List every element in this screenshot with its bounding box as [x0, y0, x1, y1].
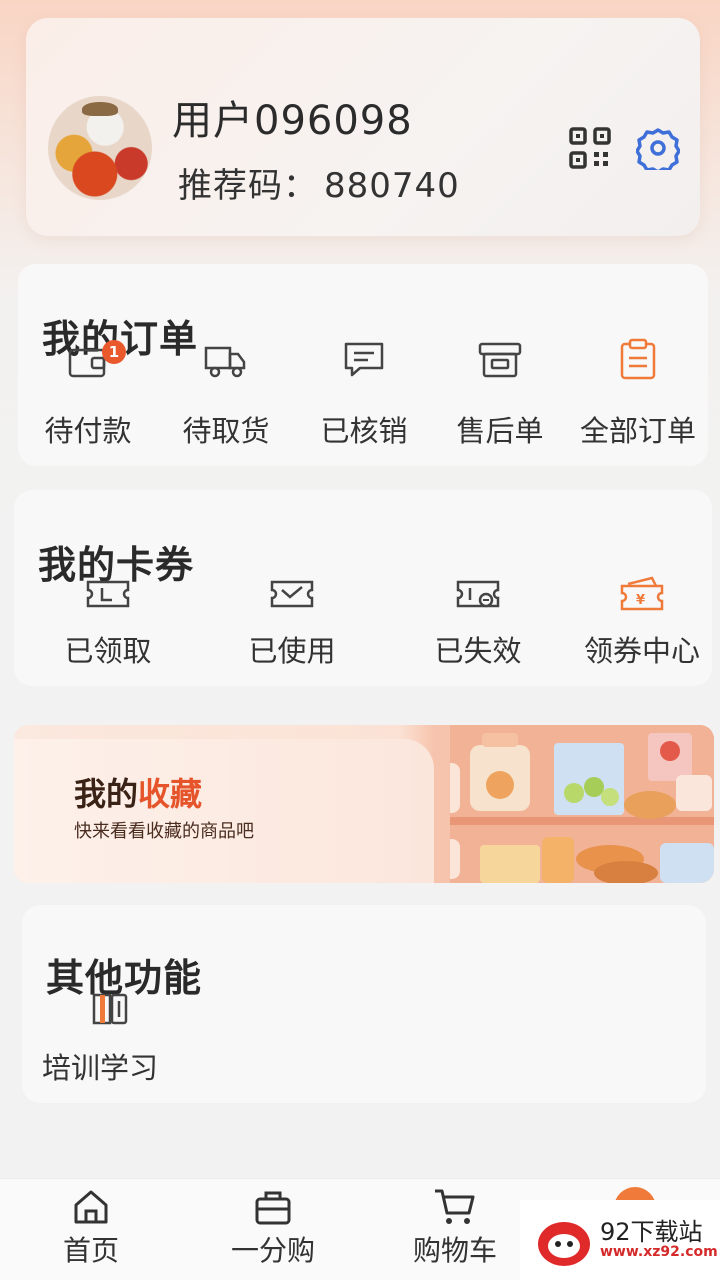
watermark: 92下载站 www.xz92.com — [520, 1200, 720, 1280]
favorites-title: 我的收藏 — [74, 769, 202, 815]
clipboard-icon — [620, 338, 656, 380]
order-label: 待付款 — [44, 414, 132, 448]
ticket-check-icon — [270, 580, 314, 608]
watermark-url: www.xz92.com — [600, 1244, 718, 1260]
order-pending-pickup[interactable]: 待取货 — [168, 336, 284, 450]
coupon-expired[interactable]: 已失效 — [418, 574, 538, 670]
box-icon — [478, 342, 522, 378]
pending-payment-badge: 1 — [102, 340, 126, 364]
referral-code-row: 推荐码： 880740 — [172, 158, 460, 207]
nav-one-cent-buy[interactable]: 一分购 — [208, 1187, 338, 1269]
coupon-received[interactable]: 已领取 — [48, 574, 168, 670]
profile-card: 用户096098 推荐码： 880740 — [26, 18, 700, 236]
bag-icon — [255, 1191, 291, 1225]
nav-label: 购物车 — [412, 1234, 497, 1267]
nav-label: 首页 — [62, 1234, 119, 1267]
ticket-expired-icon — [456, 580, 500, 608]
shelf-illustration — [450, 725, 714, 883]
nav-label: 一分购 — [230, 1234, 315, 1267]
coupon-center[interactable]: ¥ 领券中心 — [572, 574, 712, 670]
ticket-icon — [86, 580, 130, 608]
training-label: 培训学习 — [42, 1051, 159, 1085]
order-label: 售后单 — [456, 414, 544, 448]
other-functions-card: 其他功能 培训学习 — [22, 905, 706, 1103]
coupon-used[interactable]: 已使用 — [232, 574, 352, 670]
username: 用户096098 — [172, 98, 413, 144]
cart-icon — [435, 1189, 475, 1224]
coupon-label: 已领取 — [64, 634, 152, 668]
favorites-title-part1: 我的 — [74, 775, 139, 813]
coupon-label: 已失效 — [434, 634, 522, 668]
home-icon — [74, 1190, 108, 1224]
coupons-card: 我的卡券 已领取 已使用 已失效 ¥ 领券中心 — [14, 490, 712, 686]
order-verified[interactable]: 已核销 — [306, 336, 422, 450]
favorites-title-part2: 收藏 — [138, 775, 203, 813]
svg-text:¥: ¥ — [636, 593, 645, 608]
coupon-label: 已使用 — [248, 634, 336, 668]
referral-label: 推荐码： — [178, 166, 318, 206]
nav-home[interactable]: 首页 — [26, 1187, 156, 1269]
order-label: 待取货 — [182, 414, 270, 448]
orders-card: 我的订单 1 待付款 待取货 已核销 售后单 全部订单 — [18, 264, 708, 466]
referral-code: 880740 — [324, 166, 460, 206]
coupon-label: 领券中心 — [583, 634, 700, 668]
order-label: 全部订单 — [579, 414, 696, 448]
training-learning[interactable]: 培训学习 — [42, 989, 182, 1087]
message-icon — [344, 342, 384, 377]
nav-cart[interactable]: 购物车 — [390, 1187, 520, 1269]
avatar[interactable] — [48, 96, 152, 200]
order-pending-payment[interactable]: 1 待付款 — [30, 336, 146, 450]
coupon-center-icon: ¥ — [620, 576, 664, 611]
order-label: 已核销 — [320, 414, 408, 448]
gear-icon[interactable] — [636, 126, 680, 170]
order-all[interactable]: 全部订单 — [570, 336, 706, 450]
favorites-banner[interactable]: 我的收藏 快来看看收藏的商品吧 — [14, 725, 714, 883]
watermark-text: 92下载站 — [600, 1218, 703, 1246]
truck-icon — [204, 346, 246, 378]
watermark-logo-icon — [538, 1222, 590, 1266]
qr-code-icon[interactable] — [568, 126, 612, 170]
order-after-sales[interactable]: 售后单 — [442, 336, 558, 450]
favorites-subtitle: 快来看看收藏的商品吧 — [74, 821, 254, 842]
book-icon — [92, 993, 128, 1025]
